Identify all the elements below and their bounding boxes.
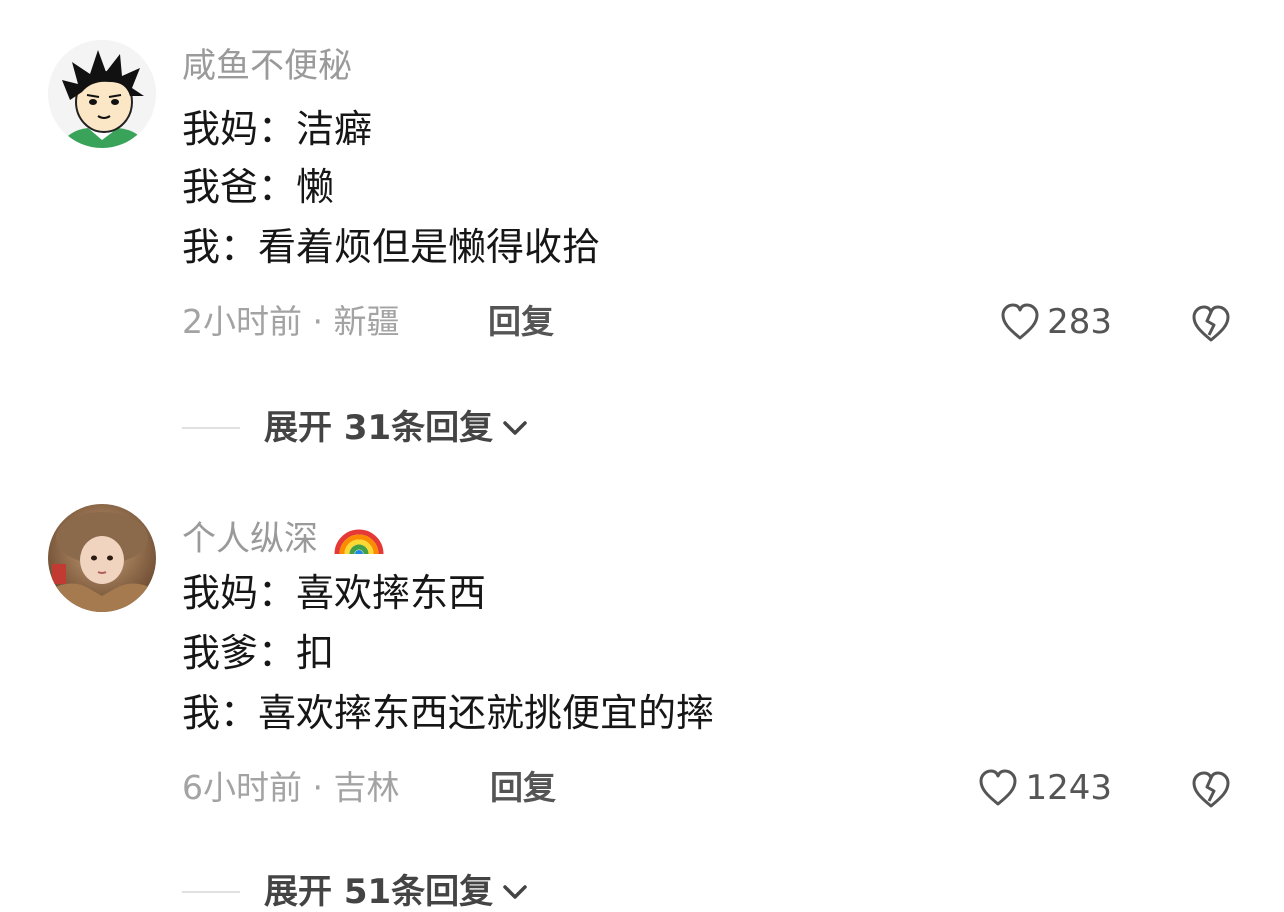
like-count: 1243 [1025,768,1112,808]
expand-replies-label[interactable]: 展开 51条回复 [264,872,493,912]
avatar[interactable] [48,504,156,612]
photo-girl-avatar-icon [48,504,156,612]
reply-button[interactable]: 回复 [490,768,556,808]
comment-meta: 6小时前 · 吉林 [182,768,400,807]
broken-heart-icon [1192,771,1230,808]
rainbow-icon [334,529,384,555]
expand-replies[interactable]: 展开 51条回复 [182,872,531,912]
chevron-down-icon[interactable] [499,880,531,904]
divider [182,891,240,893]
comment-line: 我爹：扣 [182,631,335,675]
dislike-button[interactable] [1190,770,1232,814]
comment-line: 我：喜欢摔东西还就挑便宜的摔 [182,691,715,735]
heart-outline-icon [979,769,1017,806]
username-text: 个人纵深 [182,519,318,559]
username[interactable]: 个人纵深 [182,510,385,559]
comment-item: 个人纵深 我妈：喜欢摔东西 我爹：扣 我：喜欢摔东西还就挑便宜的摔 6小时前 ·… [0,0,1284,912]
like-button[interactable]: 1243 [977,768,1112,808]
comment-line: 我妈：喜欢摔东西 [182,571,487,615]
